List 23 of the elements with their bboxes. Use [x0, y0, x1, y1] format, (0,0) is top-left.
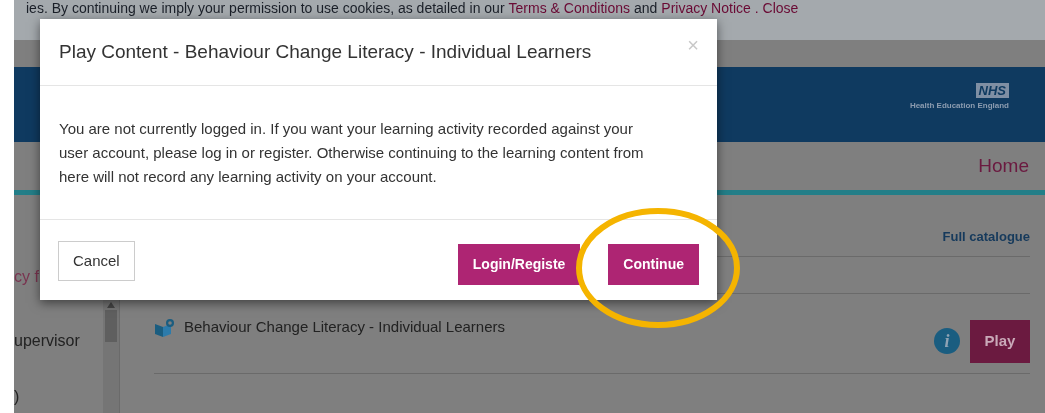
logo: NHS — [975, 83, 1009, 98]
cookie-link[interactable]: Terms & Conditions — [508, 0, 630, 16]
sidebar-item[interactable]: upervisor — [14, 331, 103, 351]
course-icon — [154, 318, 176, 338]
cookie-text: and — [633, 0, 658, 16]
primary-button[interactable]: Login/Registe — [457, 244, 581, 285]
cookie-text: ies. By continuing we imply your permission to use cookies, as detailed in our — [26, 0, 505, 16]
info-icon[interactable]: i — [934, 328, 960, 354]
scrollbar[interactable] — [103, 300, 119, 413]
scroll-up-icon[interactable] — [107, 302, 115, 308]
dialog-title: Play Content - Behaviour Change Literacy - Individual Learners — [59, 39, 592, 64]
org-name: Health Education England — [909, 100, 1009, 112]
scroll-thumb[interactable] — [105, 310, 117, 342]
cancel-button[interactable]: Cancel — [58, 241, 135, 281]
course-title: Behaviour Change Literacy - Individual Learners — [184, 317, 506, 337]
full-catalogue-link[interactable]: Full catalogue — [942, 226, 1030, 246]
cookie-link[interactable]: . Close — [754, 0, 799, 16]
play-button[interactable]: Play — [970, 320, 1030, 363]
dialog-message: You are not currently logged in. If you want your learning activity recorded against your user account, please log in or register. Otherwise continuing to the learning content from here will not record any learning activity on your account. — [59, 119, 645, 187]
home-link[interactable]: Home — [978, 151, 1029, 181]
cookie-link[interactable]: Privacy Notice — [661, 0, 751, 16]
sidebar-item[interactable]: ) — [14, 387, 103, 407]
primary-button[interactable]: Continue — [608, 244, 699, 285]
